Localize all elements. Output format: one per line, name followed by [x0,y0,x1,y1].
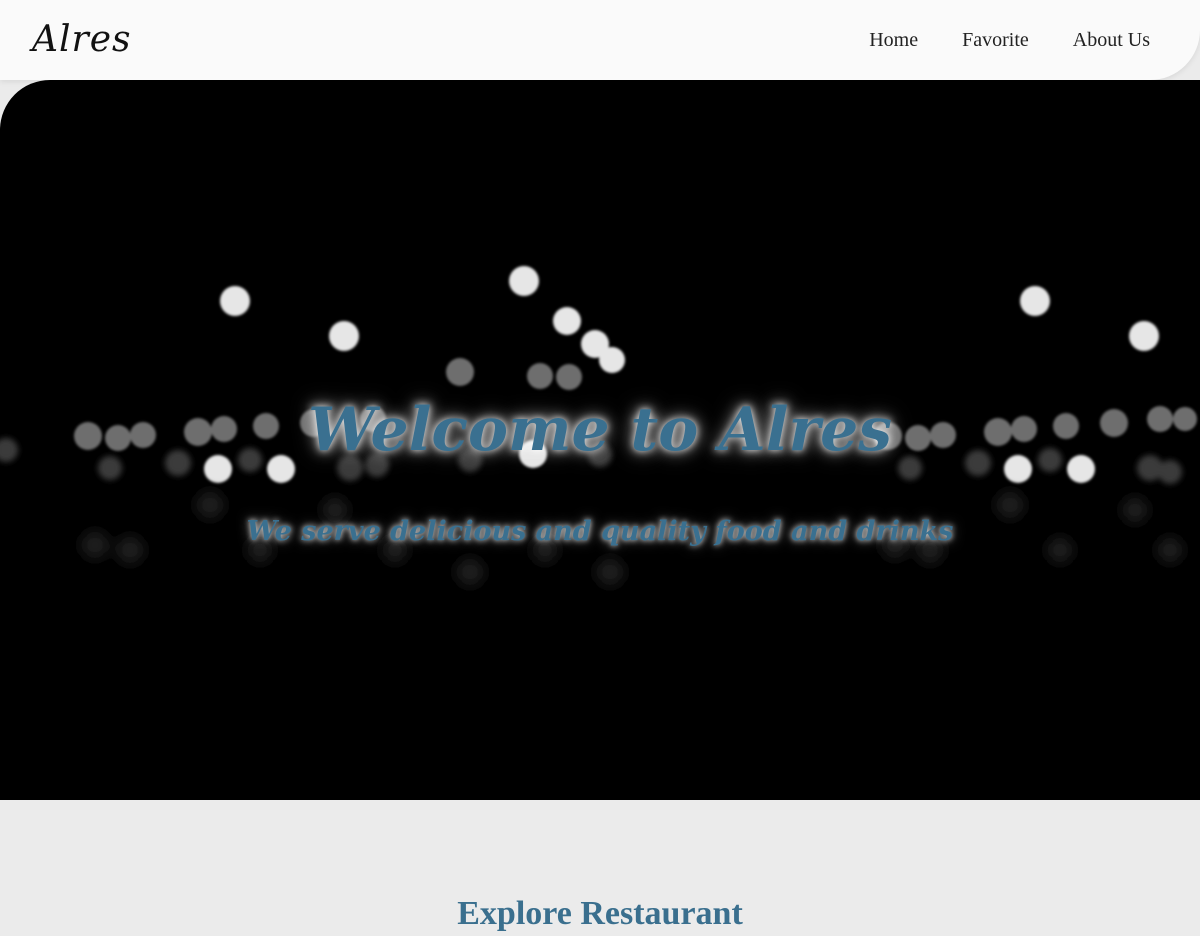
nav-link-favorite[interactable]: Favorite [962,29,1029,52]
explore-title: Explore Restaurant [457,895,743,933]
nav-link-home[interactable]: Home [869,29,918,52]
site-header: Alres Home Favorite About Us [0,0,1200,80]
nav-link-about-us[interactable]: About Us [1073,29,1150,52]
site-logo[interactable]: Alres [32,18,132,62]
explore-section: Explore Restaurant [0,800,1200,932]
hero-title: Welcome to Alres [307,395,893,466]
hero-banner: Welcome to Alres We serve delicious and … [0,80,1200,800]
main-nav: Home Favorite About Us [869,0,1150,80]
hero-subtitle: We serve delicious and quality food and … [246,516,954,547]
